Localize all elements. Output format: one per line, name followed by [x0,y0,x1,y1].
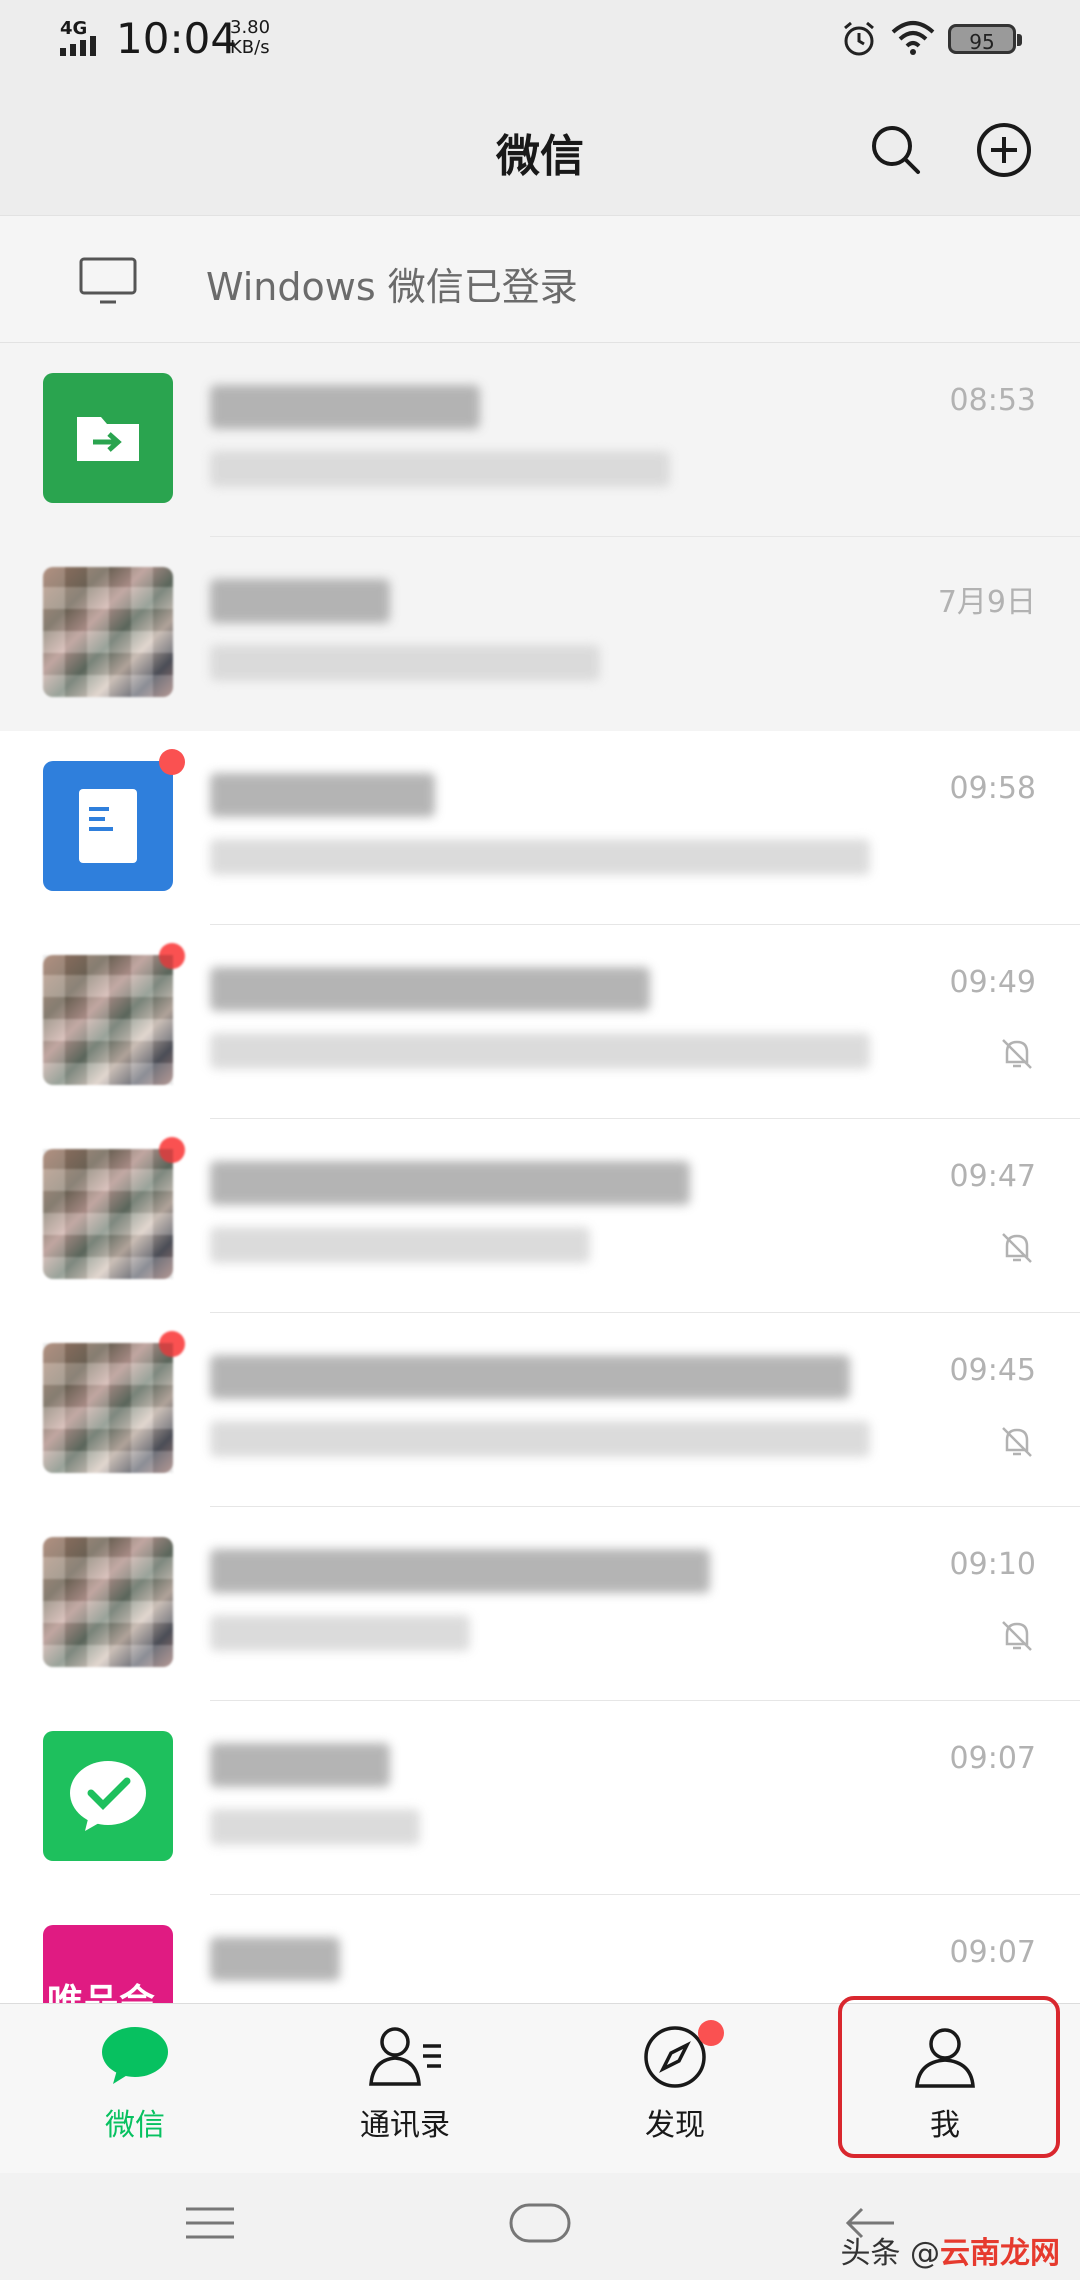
clock: 10:04 [116,14,238,63]
chat-row[interactable]: 09:45 [0,1313,1080,1507]
chat-time: 09:49 [949,965,1036,1000]
tab-chats[interactable]: 微信 [0,2004,270,2174]
header: 微信 [0,80,1080,215]
battery-icon: 95 [948,24,1022,54]
watermark-prefix: 头条 @ [840,2236,940,2271]
chat-row[interactable]: 08:53 [0,343,1080,537]
search-icon[interactable] [866,120,926,180]
group-avatar [43,567,173,697]
chat-row[interactable]: 09:49 [0,925,1080,1119]
highlight-annotation [838,1996,1060,2158]
chat-preview-redacted [210,1033,870,1069]
group-avatar [43,1537,173,1667]
group-avatar [43,1137,185,1279]
chat-name-redacted [210,579,390,623]
mute-bell-icon [1002,1621,1032,1651]
tab-contacts[interactable]: 通讯录 [270,2004,540,2174]
status-bar: 4G 10:04 3.80 KB/s 95 [0,0,1080,80]
chat-preview-redacted [210,1615,470,1651]
network-speed-value: 3.80 [230,17,271,38]
chat-row[interactable]: 唯品会 09:07 [0,1895,1080,2003]
chat-name-redacted [210,385,480,429]
discover-badge-dot [698,2020,724,2046]
chat-preview-redacted [210,1809,420,1845]
alarm-icon [844,21,874,56]
chat-preview-redacted [210,451,670,487]
chat-preview-redacted [210,1227,590,1263]
unread-dot [159,749,185,775]
chat-time: 09:58 [949,771,1036,806]
chat-name-redacted [210,1937,340,1981]
wechat-pay-icon [43,1731,173,1861]
chat-row[interactable]: 09:07 [0,1701,1080,1895]
mute-bell-icon [1002,1427,1032,1457]
chat-name-redacted [210,1549,710,1593]
unread-dot [159,943,185,969]
group-avatar [43,1331,185,1473]
chat-name-redacted [210,1355,850,1399]
unread-dot [159,1331,185,1357]
group-avatar [43,943,185,1085]
chat-time: 09:45 [949,1353,1036,1388]
plus-circle-icon[interactable] [974,120,1034,180]
chat-bubble-icon [102,2027,168,2084]
document-icon [43,749,185,891]
chat-name-redacted [210,1161,690,1205]
chat-time: 7月9日 [937,585,1036,620]
vip-logo-text: 唯品会 [47,1982,156,2003]
chat-row[interactable]: 7月9日 [0,537,1080,731]
chat-preview-redacted [210,645,600,681]
chat-preview-redacted [210,1421,870,1457]
vip-logo: 唯品会 [43,1925,173,2003]
desktop-login-banner[interactable]: Windows 微信已登录 [0,215,1080,343]
tab-discover[interactable]: 发现 [540,2004,810,2174]
tab-label: 发现 [645,2108,705,2143]
menu-icon[interactable] [180,2193,240,2253]
unread-dot [159,1137,185,1163]
tab-label: 微信 [105,2108,165,2143]
monitor-icon [79,257,137,304]
chat-time: 09:07 [949,1935,1036,1970]
home-button-icon[interactable] [508,2193,572,2253]
watermark: 头条 @云南龙网 [840,2228,1060,2272]
chat-name-redacted [210,1743,390,1787]
network-speed-unit: KB/s [230,37,270,58]
contacts-icon [369,2027,441,2086]
chat-list[interactable]: 08:53 7月9日 09:58 09:49 09:47 09:45 09:10… [0,343,1080,2003]
network-speed: 3.80 KB/s [230,18,270,58]
chat-time: 09:10 [949,1547,1036,1582]
chat-name-redacted [210,967,650,1011]
chat-time: 09:47 [949,1159,1036,1194]
watermark-brand: 云南龙网 [940,2236,1060,2271]
chat-time: 09:07 [949,1741,1036,1776]
chat-row[interactable]: 09:10 [0,1507,1080,1701]
mute-bell-icon [1002,1233,1032,1263]
mute-bell-icon [1002,1039,1032,1069]
file-transfer-icon [43,373,173,503]
signal-icon [60,36,96,56]
chat-name-redacted [210,773,435,817]
wifi-icon [891,21,935,55]
chat-time: 08:53 [949,383,1036,418]
chat-row[interactable]: 09:58 [0,731,1080,925]
chat-row[interactable]: 09:47 [0,1119,1080,1313]
chat-preview-redacted [210,839,870,875]
desktop-login-text: Windows 微信已登录 [206,265,578,309]
tab-label: 通讯录 [360,2108,450,2143]
